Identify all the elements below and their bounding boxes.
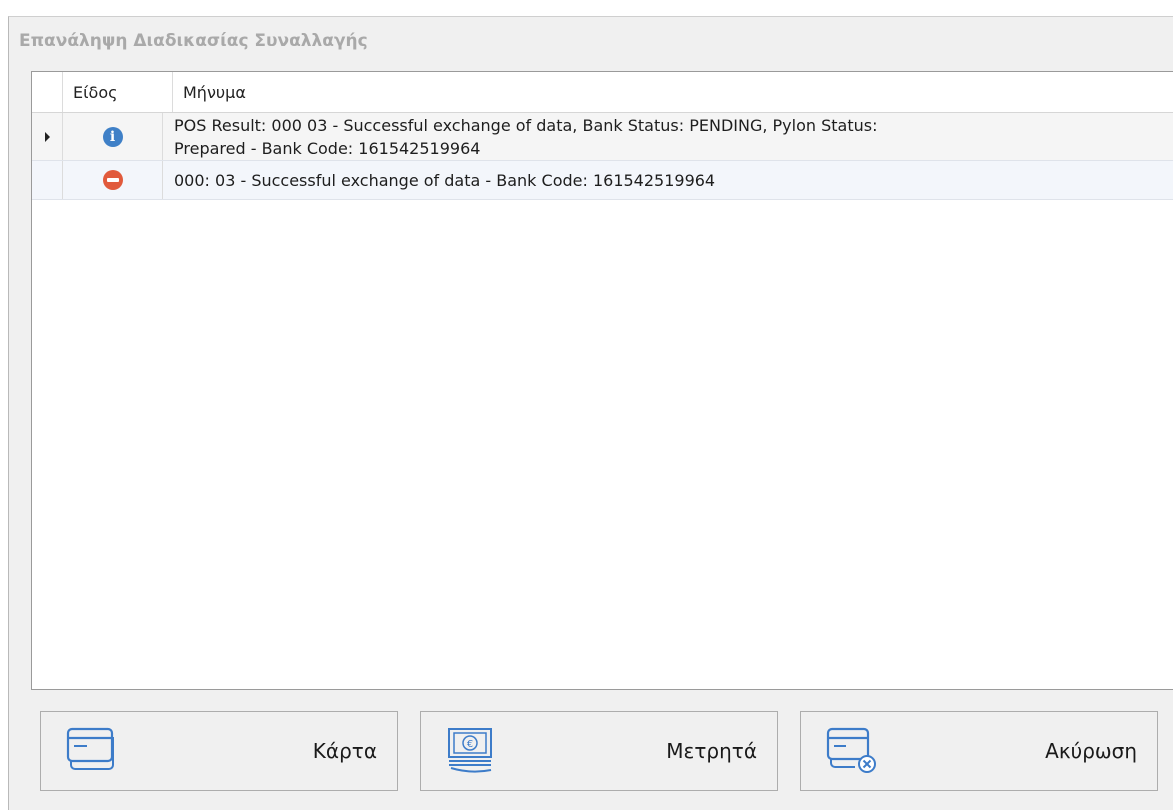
- cash-euro-icon: €: [448, 728, 492, 773]
- cancel-button[interactable]: Ακύρωση: [800, 711, 1158, 791]
- dialog-window: Επανάληψη Διαδικασίας Συναλλαγής Είδος Μ…: [8, 16, 1173, 810]
- cash-button[interactable]: € Μετρητά: [420, 711, 778, 791]
- error-icon: [102, 170, 123, 190]
- row-indicator: [32, 113, 63, 160]
- card-button[interactable]: Κάρτα: [40, 711, 398, 791]
- title-bar: Επανάληψη Διαδικασίας Συναλλαγής: [9, 17, 1173, 65]
- row-indicator-header: [32, 72, 63, 112]
- type-cell: [63, 161, 163, 199]
- row-indicator: [32, 161, 63, 199]
- current-row-arrow-icon: [44, 131, 50, 142]
- message-cell: 000: 03 - Successful exchange of data - …: [163, 161, 1173, 199]
- table-row[interactable]: i POS Result: 000 03 - Successful exchan…: [32, 113, 1173, 161]
- table-row[interactable]: 000: 03 - Successful exchange of data - …: [32, 161, 1173, 200]
- column-header-type[interactable]: Είδος: [63, 72, 173, 112]
- svg-text:€: €: [467, 739, 473, 750]
- message-text-line: Prepared - Bank Code: 161542519964: [174, 138, 481, 158]
- messages-grid[interactable]: Είδος Μήνυμα i POS Result: 000 03 - Succ…: [31, 71, 1173, 690]
- cash-button-label: Μετρητά: [666, 739, 757, 763]
- column-header-message[interactable]: Μήνυμα: [173, 72, 1173, 112]
- grid-header: Είδος Μήνυμα: [32, 72, 1173, 113]
- card-cancel-icon: [826, 727, 876, 773]
- card-button-label: Κάρτα: [312, 739, 377, 763]
- cancel-button-label: Ακύρωση: [1045, 739, 1137, 763]
- type-cell: i: [63, 113, 163, 160]
- message-text: 000: 03 - Successful exchange of data - …: [174, 170, 716, 190]
- message-cell: POS Result: 000 03 - Successful exchange…: [163, 113, 1173, 160]
- dialog-title: Επανάληψη Διαδικασίας Συναλλαγής: [19, 31, 368, 51]
- info-icon: i: [102, 126, 123, 147]
- credit-card-icon: [66, 727, 114, 770]
- message-text-line: POS Result: 000 03 - Successful exchange…: [174, 115, 878, 135]
